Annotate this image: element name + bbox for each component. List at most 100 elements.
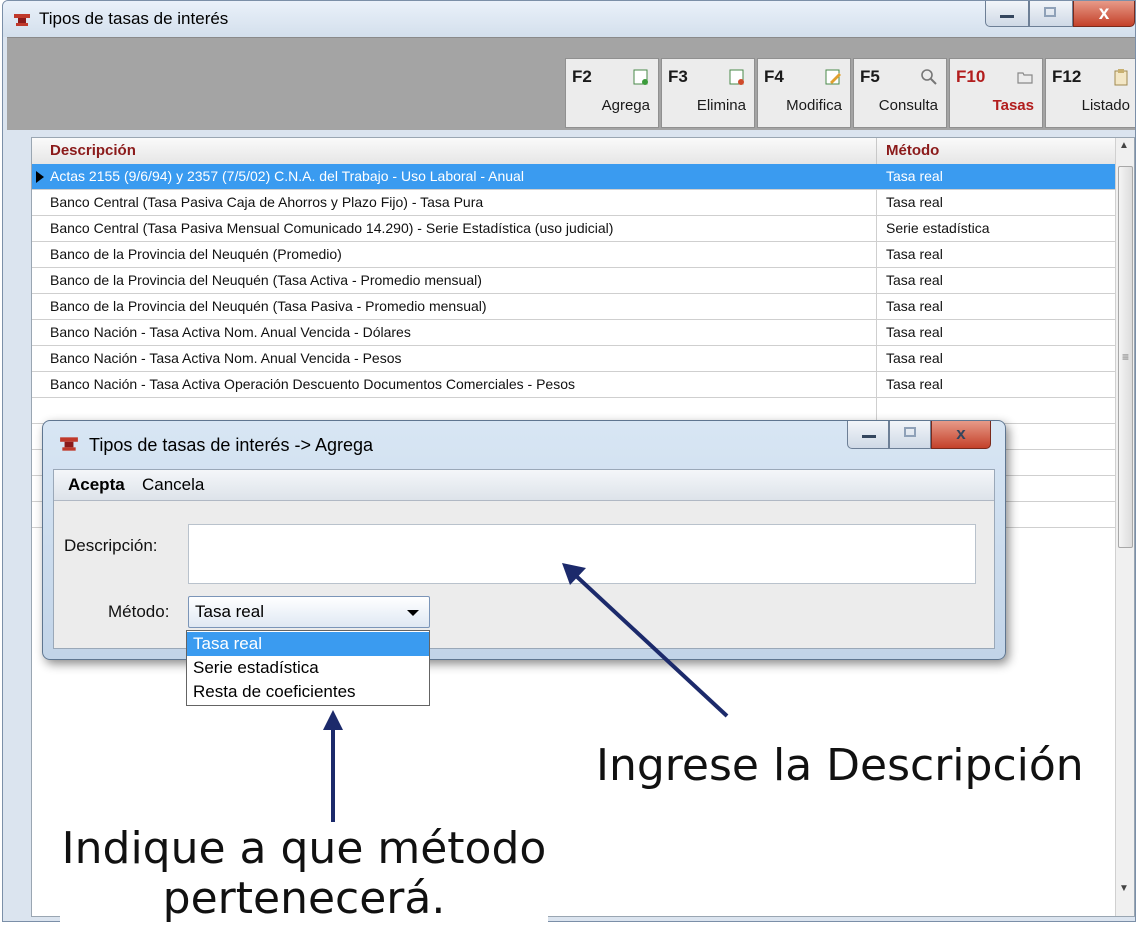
cell-divider (876, 242, 877, 268)
cell-divider (876, 346, 877, 372)
method-selected-value: Tasa real (195, 602, 264, 621)
description-hint: Ingrese la Descripción (596, 740, 1084, 791)
row-method: Tasa real (886, 350, 943, 366)
dialog-close-button[interactable]: x (931, 421, 991, 449)
rates-label: Tasas (992, 97, 1034, 114)
toolbar: F2 Agrega F3 Elimina F4 Modifica F5 Cons… (7, 37, 1135, 130)
delete-key: F3 (668, 67, 688, 86)
close-button[interactable]: x (1073, 1, 1135, 27)
row-method: Tasa real (886, 376, 943, 392)
table-row[interactable]: Banco de la Provincia del Neuquén (Tasa … (32, 294, 1116, 320)
list-button[interactable]: F12 Listado (1045, 58, 1135, 128)
row-description: Banco de la Provincia del Neuquén (Tasa … (50, 298, 487, 314)
scroll-thumb[interactable]: ≡ (1118, 166, 1133, 548)
method-label: Método: (108, 602, 170, 621)
row-method: Tasa real (886, 194, 943, 210)
dialog-body: Acepta Cancela Descripción: Método: Tasa… (53, 469, 995, 649)
column-header-method[interactable]: Método (886, 142, 939, 159)
row-description: Banco de la Provincia del Neuquén (Prome… (50, 246, 342, 262)
cancel-menu-item[interactable]: Cancela (142, 475, 204, 495)
add-doc-icon (633, 69, 648, 85)
add-label: Agrega (601, 97, 650, 114)
title-bar[interactable]: Tipos de tasas de interés x (3, 1, 1135, 37)
modify-button[interactable]: F4 Modifica (757, 58, 851, 128)
cell-divider (876, 216, 877, 242)
folder-icon (1017, 72, 1033, 84)
row-method: Serie estadística (886, 220, 990, 236)
rates-key: F10 (956, 67, 986, 86)
minimize-icon (862, 435, 876, 438)
row-description: Banco Central (Tasa Pasiva Caja de Ahorr… (50, 194, 484, 210)
cell-divider (876, 294, 877, 320)
row-description: Banco de la Provincia del Neuquén (Tasa … (50, 272, 482, 288)
table-row[interactable]: Banco Central (Tasa Pasiva Mensual Comun… (32, 216, 1116, 242)
row-method: Tasa real (886, 324, 943, 340)
method-hint: Indique a que método pertenecerá. (60, 824, 548, 924)
row-description: Banco Nación - Tasa Activa Nom. Anual Ve… (50, 324, 411, 340)
dialog-maximize-button[interactable] (889, 421, 931, 449)
method-dropdown-list: Tasa real Serie estadística Resta de coe… (186, 630, 430, 706)
table-row[interactable]: Banco Central (Tasa Pasiva Caja de Ahorr… (32, 190, 1116, 216)
table-row[interactable]: Banco de la Provincia del Neuquén (Prome… (32, 242, 1116, 268)
cell-divider (876, 268, 877, 294)
dialog-minimize-button[interactable] (847, 421, 889, 449)
method-hint-line1: Indique a que método (61, 823, 547, 874)
maximize-button[interactable] (1029, 1, 1073, 27)
dialog-menu-bar: Acepta Cancela (54, 470, 994, 501)
delete-label: Elimina (696, 97, 746, 114)
table-row[interactable]: Banco Nación - Tasa Activa Nom. Anual Ve… (32, 346, 1116, 372)
vertical-scrollbar[interactable]: ▲ ≡ ▼ (1115, 138, 1134, 916)
maximize-icon (904, 427, 916, 437)
table-row[interactable]: Banco de la Provincia del Neuquén (Tasa … (32, 268, 1116, 294)
minimize-icon (1000, 15, 1014, 18)
add-key: F2 (572, 67, 592, 86)
method-select[interactable]: Tasa real (188, 596, 430, 628)
query-label: Consulta (878, 97, 938, 114)
close-icon: x (1098, 3, 1110, 24)
scroll-up-icon[interactable]: ▲ (1119, 140, 1129, 151)
method-option-serie-estadistica[interactable]: Serie estadística (187, 656, 429, 680)
chevron-down-icon (407, 610, 419, 616)
row-method: Tasa real (886, 168, 943, 184)
dialog-window-controls: x (847, 421, 991, 449)
delete-doc-icon (729, 69, 744, 85)
app-icon (60, 437, 78, 451)
row-method: Tasa real (886, 272, 943, 288)
row-description: Banco Central (Tasa Pasiva Mensual Comun… (50, 220, 614, 236)
cell-divider (876, 372, 877, 398)
maximize-icon (1044, 7, 1056, 17)
scroll-down-icon[interactable]: ▼ (1119, 883, 1129, 894)
row-description: Banco Nación - Tasa Activa Nom. Anual Ve… (50, 350, 402, 366)
close-icon: x (956, 424, 966, 443)
cell-divider (876, 190, 877, 216)
edit-doc-icon (825, 69, 841, 85)
row-pointer-icon (36, 171, 44, 183)
minimize-button[interactable] (985, 1, 1029, 27)
method-option-resta-de-coeficientes[interactable]: Resta de coeficientes (187, 680, 429, 704)
table-row[interactable]: Banco Nación - Tasa Activa Operación Des… (32, 372, 1116, 398)
row-description: Banco Nación - Tasa Activa Operación Des… (50, 376, 575, 392)
row-description: Actas 2155 (9/6/94) y 2357 (7/5/02) C.N.… (50, 168, 524, 184)
dialog-title: Tipos de tasas de interés -> Agrega (89, 435, 374, 455)
table-row[interactable]: Actas 2155 (9/6/94) y 2357 (7/5/02) C.N.… (32, 164, 1116, 190)
method-option-tasa-real[interactable]: Tasa real (187, 632, 429, 656)
list-key: F12 (1052, 67, 1082, 86)
add-button[interactable]: F2 Agrega (565, 58, 659, 128)
app-icon (14, 14, 30, 26)
list-label: Listado (1081, 97, 1130, 114)
query-key: F5 (860, 67, 880, 86)
search-icon (921, 69, 937, 85)
query-button[interactable]: F5 Consulta (853, 58, 947, 128)
clipboard-icon (1114, 69, 1128, 86)
window-controls: x (985, 1, 1135, 31)
rates-button[interactable]: F10 Tasas (949, 58, 1043, 128)
column-header-description[interactable]: Descripción (50, 142, 136, 159)
table-row[interactable]: Banco Nación - Tasa Activa Nom. Anual Ve… (32, 320, 1116, 346)
window-title: Tipos de tasas de interés (39, 9, 229, 28)
add-dialog: Tipos de tasas de interés -> Agrega x Ac… (42, 420, 1006, 660)
description-input[interactable] (188, 524, 976, 584)
modify-label: Modifica (786, 97, 842, 114)
grid-header: Descripción Método (32, 138, 1116, 165)
accept-menu-item[interactable]: Acepta (68, 475, 125, 495)
delete-button[interactable]: F3 Elimina (661, 58, 755, 128)
